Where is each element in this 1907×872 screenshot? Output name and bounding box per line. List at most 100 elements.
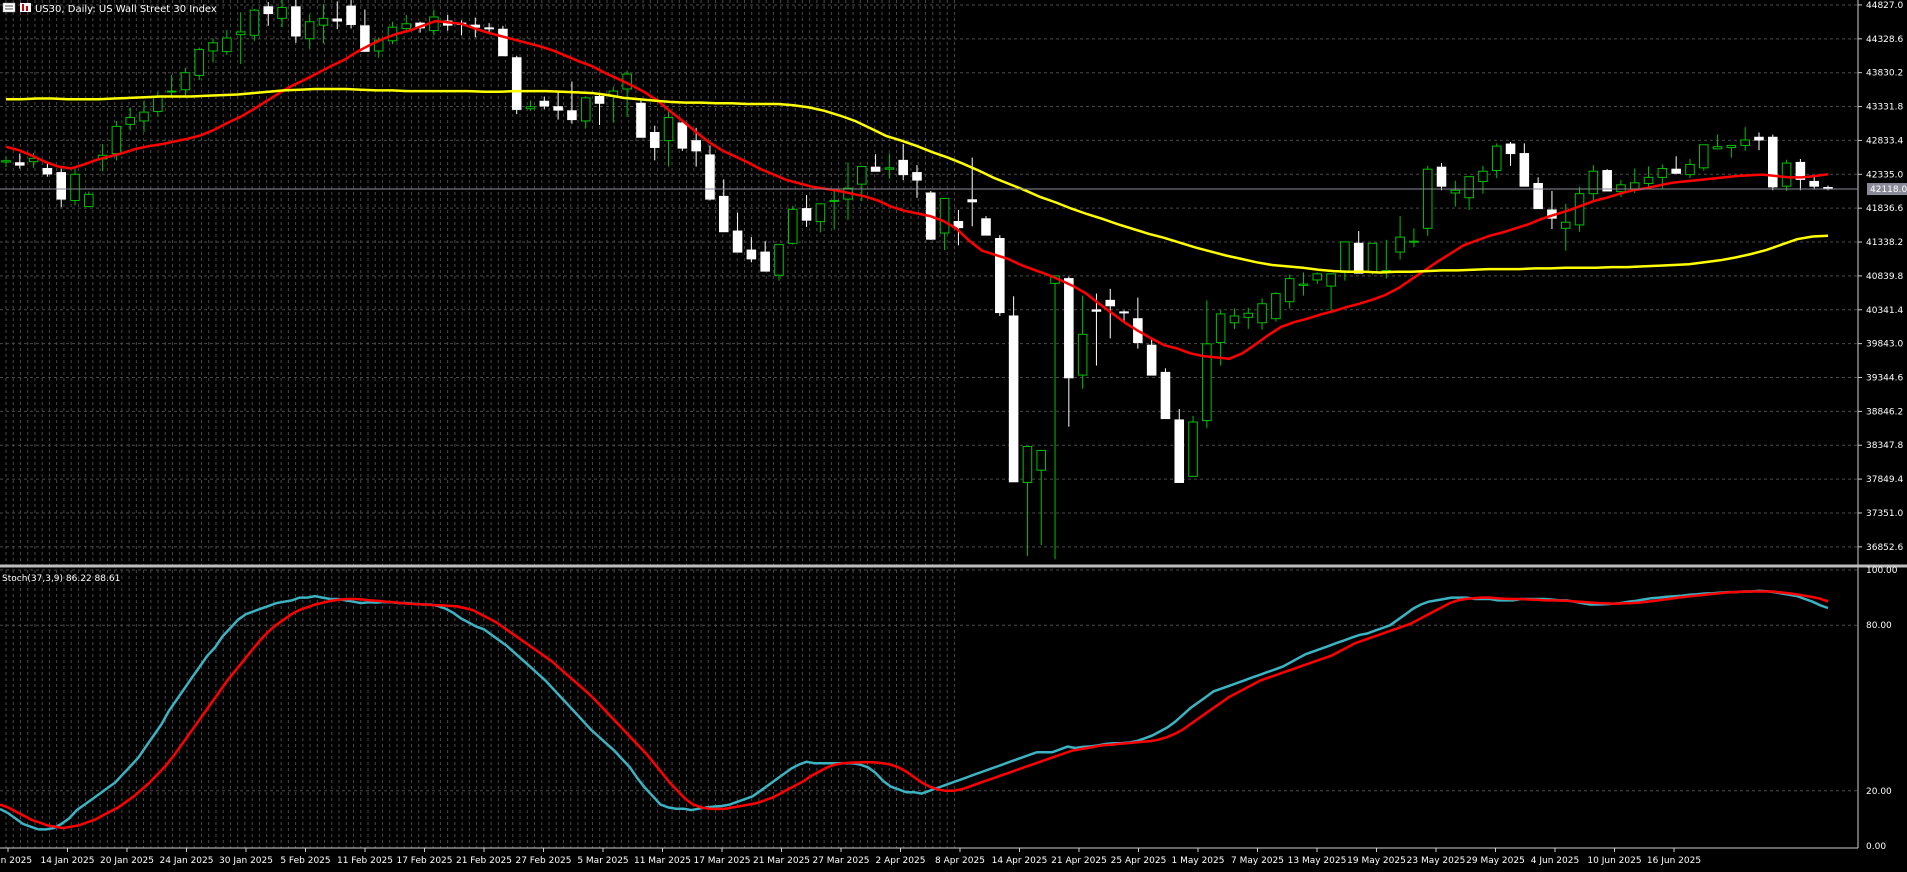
candle-body xyxy=(1064,278,1074,379)
chart-canvas[interactable]: 44827.0 44328.6 43830.2 43331.8 42833.4 42335… xyxy=(0,0,1907,868)
candle-body xyxy=(677,122,688,149)
candle-body xyxy=(1436,166,1447,187)
candle-body xyxy=(1395,236,1405,253)
candle-body xyxy=(981,218,991,236)
chart-header: US30, Daily: US Wall Street 30 Index xyxy=(2,2,217,15)
candle-body xyxy=(649,132,660,148)
price-axis-label: 38347.8 xyxy=(1866,441,1903,451)
window-menu-icon[interactable] xyxy=(2,2,16,13)
time-axis-label: 21 Mar 2025 xyxy=(753,856,810,866)
time-axis-label: 30 Jan 2025 xyxy=(219,856,273,866)
stoch-axis-label: 20.00 xyxy=(1866,787,1892,797)
candle-body xyxy=(1616,184,1626,193)
time-axis-label: 4 Jun 2025 xyxy=(1531,856,1579,866)
candle-body xyxy=(1,160,11,163)
candle-body xyxy=(1340,241,1350,273)
time-axis-label: 11 Feb 2025 xyxy=(337,856,393,866)
candle-body xyxy=(718,195,729,233)
candle-body xyxy=(139,111,149,122)
candle-body xyxy=(153,95,163,112)
price-axis-label: 44328.6 xyxy=(1866,35,1903,45)
candle-body xyxy=(249,9,260,36)
time-axis-label: 17 Feb 2025 xyxy=(396,856,452,866)
candle-body xyxy=(332,18,343,22)
candle-body xyxy=(1657,168,1668,178)
time-axis-label: 5 Feb 2025 xyxy=(280,856,330,866)
candle-body xyxy=(1588,170,1599,195)
price-axis-label: 42335.0 xyxy=(1866,170,1903,180)
candle-body xyxy=(15,162,25,166)
candle-body xyxy=(995,238,1005,314)
candle-body xyxy=(511,57,522,110)
candle-body xyxy=(1146,344,1157,376)
candle-body xyxy=(1215,313,1226,343)
candle-body xyxy=(787,208,798,244)
time-axis-label: 14 Jan 2025 xyxy=(41,856,95,866)
candle-body xyxy=(1643,176,1654,184)
candle-body xyxy=(208,42,218,52)
candle-body xyxy=(1491,145,1502,172)
candle-body xyxy=(56,172,66,200)
candle-body xyxy=(1422,168,1433,229)
time-axis-label: 25 Apr 2025 xyxy=(1111,856,1167,866)
candle-body xyxy=(125,117,136,125)
candle-body xyxy=(1353,242,1364,274)
chart-type-icon[interactable] xyxy=(20,3,31,12)
time-axis-label: 20 Jan 2025 xyxy=(100,856,154,866)
time-axis-label: 23 May 2025 xyxy=(1407,856,1466,866)
chart-background xyxy=(0,0,1907,868)
candle-body xyxy=(760,251,770,272)
candle-body xyxy=(1505,143,1516,155)
candle-body xyxy=(1671,168,1681,174)
candle-body xyxy=(1685,163,1695,176)
time-axis-label: 8 Jan 2025 xyxy=(0,856,32,866)
candle-body xyxy=(1740,139,1750,146)
candle-body xyxy=(1284,278,1295,303)
candle-body xyxy=(1174,419,1185,483)
candle-body xyxy=(1560,221,1571,229)
candle-body xyxy=(1229,315,1240,324)
candle-body xyxy=(663,117,674,142)
price-axis-label: 39344.6 xyxy=(1866,373,1903,383)
candle-body xyxy=(222,37,232,53)
candle-body xyxy=(235,31,246,36)
candle-body xyxy=(1312,273,1323,281)
candle-body xyxy=(111,125,122,155)
price-axis-label: 40839.8 xyxy=(1866,272,1903,282)
candle-body xyxy=(277,6,287,19)
time-axis-label: 8 Apr 2025 xyxy=(935,856,985,866)
candle-body xyxy=(1629,182,1640,190)
current-price-label: 42118.0 xyxy=(1870,185,1907,195)
candle-body xyxy=(166,90,177,93)
time-axis-label: 14 Apr 2025 xyxy=(992,856,1048,866)
time-axis-label: 21 Apr 2025 xyxy=(1051,856,1107,866)
candle-body xyxy=(484,27,494,30)
candle-body xyxy=(539,100,550,107)
price-axis-label: 40341.4 xyxy=(1866,306,1903,316)
candle-body xyxy=(1781,162,1792,187)
candle-body xyxy=(1726,144,1737,148)
candle-body xyxy=(1698,144,1709,169)
candle-body xyxy=(967,199,977,203)
time-axis-label: 10 Jun 2025 xyxy=(1587,856,1641,866)
time-axis-label: 27 Mar 2025 xyxy=(812,856,869,866)
stoch-axis-label: 80.00 xyxy=(1866,621,1892,631)
price-axis-label: 41338.2 xyxy=(1866,238,1903,248)
time-axis-label: 13 May 2025 xyxy=(1288,856,1347,866)
candle-body xyxy=(815,203,826,223)
candle-body xyxy=(774,244,784,276)
stoch-axis-label: 100.00 xyxy=(1866,566,1898,576)
price-axis-label: 36852.6 xyxy=(1866,543,1903,553)
candle-body xyxy=(1160,371,1171,420)
chart-type-icon-bar xyxy=(22,4,24,11)
candle-body xyxy=(1077,333,1088,376)
price-axis-label: 44827.0 xyxy=(1866,1,1903,11)
candle-body xyxy=(1367,242,1378,273)
candle-body xyxy=(498,28,508,57)
candle-body xyxy=(1768,136,1778,188)
time-axis-label: 27 Feb 2025 xyxy=(515,856,571,866)
candle-body xyxy=(594,95,605,104)
candle-body xyxy=(1036,450,1047,471)
price-axis-label: 38846.2 xyxy=(1866,407,1903,417)
current-price-tag: 42118.0 xyxy=(1867,183,1907,196)
